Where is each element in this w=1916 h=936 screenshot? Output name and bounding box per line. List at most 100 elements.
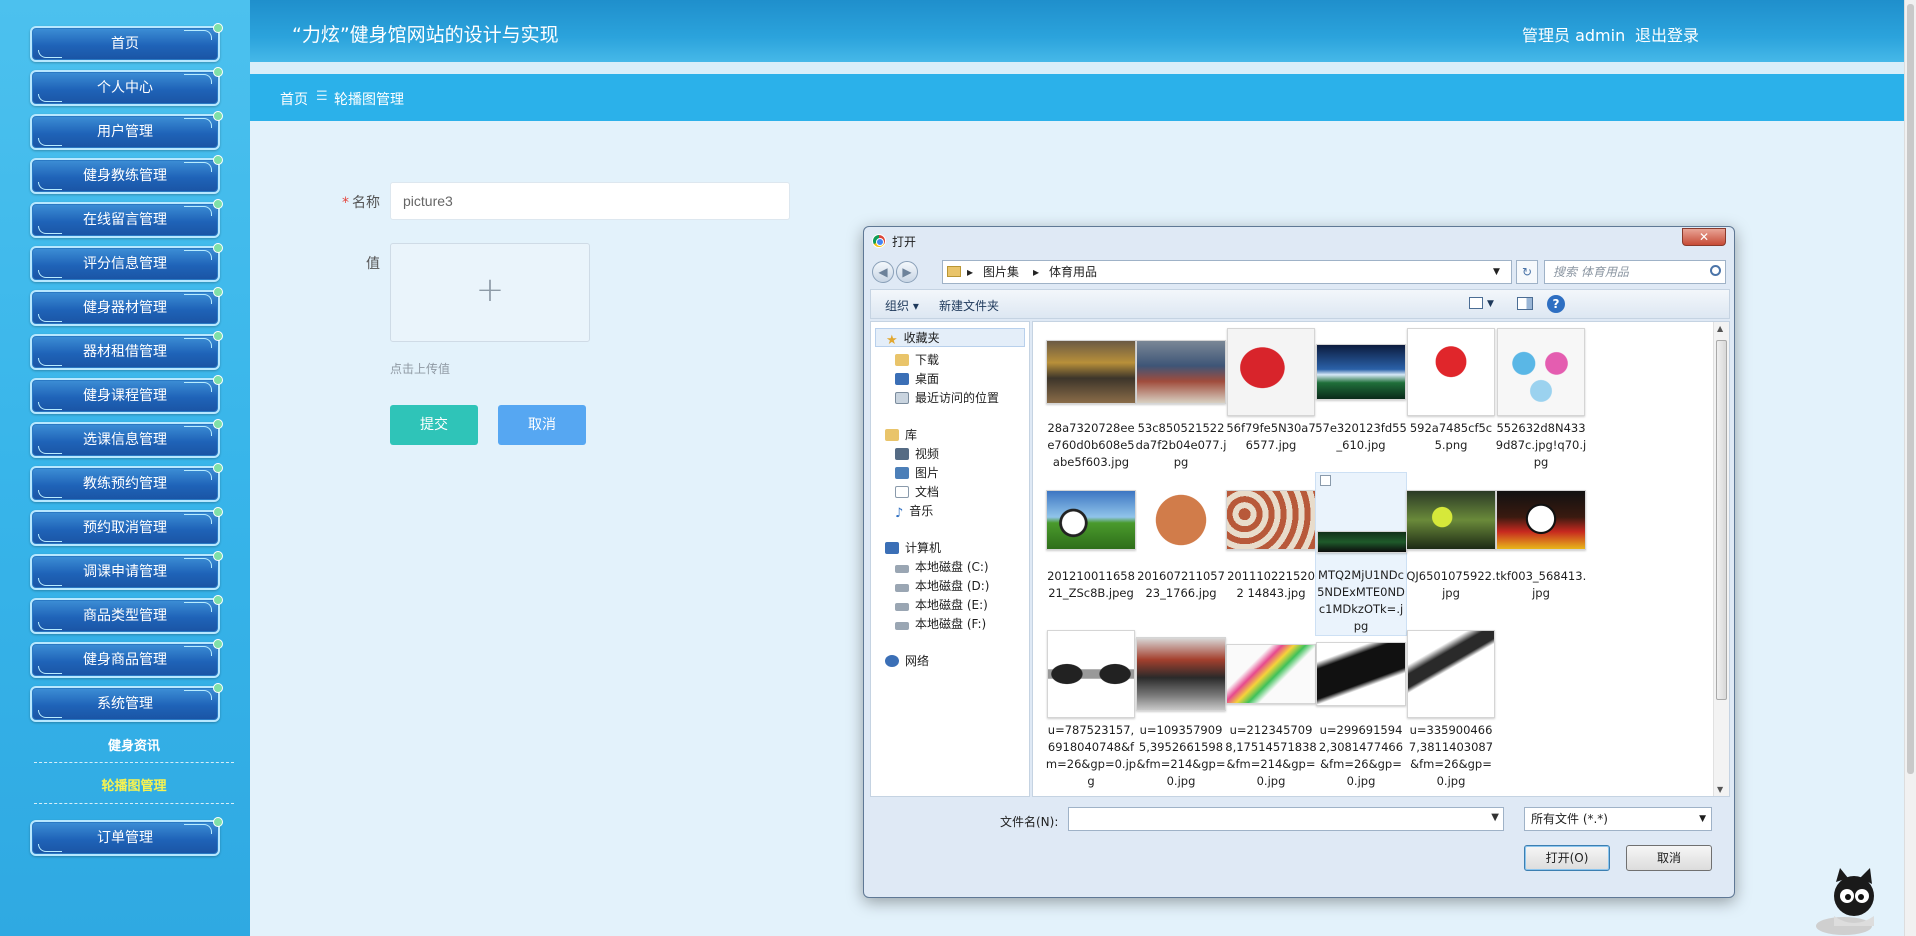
- new-folder-button[interactable]: 新建文件夹: [939, 297, 999, 314]
- tree-music[interactable]: ♪ 音乐: [895, 502, 933, 521]
- file-name: 56f79fe5N30a76577.jpg: [1226, 421, 1316, 452]
- scroll-up-icon[interactable]: ▲: [1717, 324, 1723, 333]
- sidebar-item-equipment[interactable]: 健身器材管理: [30, 287, 223, 326]
- file-item[interactable]: 57e320123fd55_610.jpg: [1315, 326, 1407, 454]
- sidebar-item-messages[interactable]: 在线留言管理: [30, 199, 223, 238]
- sidebar-item-ratings[interactable]: 评分信息管理: [30, 243, 223, 282]
- sidebar-item-coach-booking[interactable]: 教练预约管理: [30, 463, 223, 502]
- file-item[interactable]: 20121001165821_ZSc8B.jpeg: [1045, 474, 1137, 602]
- file-item[interactable]: 20160721105723_1766.jpg: [1135, 474, 1227, 602]
- tree-documents[interactable]: 文档: [895, 483, 939, 500]
- tree-drive-c[interactable]: 本地磁盘 (C:): [895, 558, 989, 575]
- scroll-down-icon[interactable]: ▼: [1717, 785, 1723, 794]
- sidebar-item-personal-center[interactable]: 个人中心: [30, 67, 223, 106]
- checkbox[interactable]: [1320, 475, 1331, 486]
- path-segment[interactable]: 体育用品: [1049, 261, 1097, 283]
- tree-label: 本地磁盘 (D:): [915, 579, 990, 593]
- file-item[interactable]: tkf003_568413.jpg: [1495, 474, 1587, 602]
- organize-menu[interactable]: 组织 ▾: [885, 297, 919, 314]
- file-item[interactable]: u=787523157,6918040748&fm=26&gp=0.jpg: [1045, 628, 1137, 790]
- sidebar-subitem-fitness-news[interactable]: 健身资讯: [34, 735, 234, 754]
- file-item[interactable]: 2011102215202 14843.jpg: [1225, 474, 1317, 602]
- sidebar-subitem-carousel[interactable]: 轮播图管理: [34, 775, 234, 794]
- open-button[interactable]: 打开(O): [1524, 845, 1610, 871]
- scrollbar-thumb[interactable]: [1716, 340, 1727, 700]
- file-item-selected[interactable]: MTQ2MjU1NDc5NDExMTE0NDc1MDkzOTk=.jpg: [1315, 472, 1407, 636]
- file-item[interactable]: 552632d8N4339d87c.jpg!q70.jpg: [1495, 326, 1587, 471]
- tree-library[interactable]: 库: [885, 426, 917, 443]
- back-icon[interactable]: ◀: [872, 261, 894, 283]
- file-item[interactable]: u=1093579095,3952661598&fm=214&gp=0.jpg: [1135, 628, 1227, 790]
- view-mode-icon[interactable]: [1469, 297, 1483, 309]
- sidebar-item-label: 健身商品管理: [83, 652, 167, 668]
- name-input[interactable]: [390, 182, 790, 220]
- file-item[interactable]: 592a7485cf5c5.png: [1405, 326, 1497, 454]
- chevron-down-icon[interactable]: ▼: [1491, 812, 1499, 823]
- filetype-select[interactable]: 所有文件 (*.*) ▼: [1524, 807, 1712, 831]
- sidebar-item-label: 系统管理: [97, 696, 153, 712]
- sidebar-item-label: 器材租借管理: [83, 344, 167, 360]
- file-item[interactable]: QJ6501075922.jpg: [1405, 474, 1497, 602]
- file-item[interactable]: 53c850521522da7f2b04e077.jpg: [1135, 326, 1227, 471]
- file-name: u=3359004667,3811403087&fm=26&gp=0.jpg: [1408, 723, 1494, 788]
- submit-button[interactable]: 提交: [390, 405, 478, 445]
- required-mark: *: [342, 195, 349, 211]
- refresh-icon[interactable]: ↻: [1516, 260, 1538, 284]
- address-row: ◀ ▶ ▸ 图片集 ▸ 体育用品 ▼ ↻ 搜索 体育用品: [870, 259, 1730, 285]
- sidebar-item-coaches[interactable]: 健身教练管理: [30, 155, 223, 194]
- tree-recent[interactable]: 最近访问的位置: [895, 389, 999, 406]
- sidebar-item-course-selection[interactable]: 选课信息管理: [30, 419, 223, 458]
- header-divider: [250, 62, 1904, 74]
- tree-computer[interactable]: 计算机: [885, 539, 941, 556]
- chevron-down-icon[interactable]: ▼: [1487, 299, 1494, 309]
- filename-input[interactable]: ▼: [1068, 807, 1504, 831]
- page-scrollbar-thumb[interactable]: [1907, 4, 1914, 774]
- tree-favorites[interactable]: ★ 收藏夹: [875, 328, 1025, 348]
- sidebar-item-users[interactable]: 用户管理: [30, 111, 223, 150]
- file-name: u=2123457098,17514571838&fm=214&gp=0.jpg: [1225, 723, 1317, 788]
- tree-pictures[interactable]: 图片: [895, 464, 939, 481]
- page-scrollbar[interactable]: [1904, 0, 1916, 936]
- dialog-toolbar: 组织 ▾ 新建文件夹 ▼ ?: [870, 289, 1730, 319]
- sidebar-item-label: 调课申请管理: [83, 564, 167, 580]
- search-input[interactable]: 搜索 体育用品: [1544, 260, 1726, 284]
- dialog-cancel-button[interactable]: 取消: [1626, 845, 1712, 871]
- chevron-down-icon[interactable]: ▼: [1493, 261, 1500, 283]
- dialog-close-button[interactable]: ✕: [1682, 228, 1726, 246]
- logout-link[interactable]: 退出登录: [1635, 22, 1699, 46]
- file-grid: 28a7320728eee760d0b608e5abe5f603.jpg 53c…: [1032, 321, 1730, 797]
- chevron-down-icon[interactable]: ▼: [1699, 808, 1706, 830]
- address-bar[interactable]: ▸ 图片集 ▸ 体育用品 ▼: [942, 260, 1512, 284]
- forward-icon[interactable]: ▶: [896, 261, 918, 283]
- file-item[interactable]: 28a7320728eee760d0b608e5abe5f603.jpg: [1045, 326, 1137, 471]
- sidebar-item-courses[interactable]: 健身课程管理: [30, 375, 223, 414]
- sidebar-item-equipment-rental[interactable]: 器材租借管理: [30, 331, 223, 370]
- file-item[interactable]: u=3359004667,3811403087&fm=26&gp=0.jpg: [1405, 628, 1497, 790]
- image-upload-box[interactable]: +: [390, 243, 590, 342]
- file-item[interactable]: 56f79fe5N30a76577.jpg: [1225, 326, 1317, 454]
- tree-videos[interactable]: 视频: [895, 445, 939, 462]
- sidebar-item-course-change[interactable]: 调课申请管理: [30, 551, 223, 590]
- file-item[interactable]: u=2123457098,17514571838&fm=214&gp=0.jpg: [1225, 628, 1317, 790]
- breadcrumb-home[interactable]: 首页: [280, 89, 308, 109]
- tree-drive-d[interactable]: 本地磁盘 (D:): [895, 577, 989, 594]
- tree-drive-f[interactable]: 本地磁盘 (F:): [895, 615, 986, 632]
- tree-desktop[interactable]: 桌面: [895, 370, 939, 387]
- sidebar-item-home[interactable]: 首页: [30, 23, 223, 62]
- path-segment[interactable]: 图片集: [983, 261, 1019, 283]
- cancel-button[interactable]: 取消: [498, 405, 586, 445]
- tree-network[interactable]: 网络: [885, 652, 929, 669]
- drive-icon: [895, 622, 909, 630]
- sidebar-item-product-types[interactable]: 商品类型管理: [30, 595, 223, 634]
- sidebar-item-orders[interactable]: 订单管理: [30, 817, 223, 856]
- name-label-text: 名称: [352, 195, 380, 211]
- help-icon[interactable]: ?: [1547, 295, 1565, 313]
- tree-drive-e[interactable]: 本地磁盘 (E:): [895, 596, 988, 613]
- file-item[interactable]: u=2996915942,3081477466&fm=26&gp=0.jpg: [1315, 628, 1407, 790]
- preview-pane-icon[interactable]: [1517, 297, 1533, 310]
- tree-downloads[interactable]: 下载: [895, 351, 939, 368]
- sidebar-item-system[interactable]: 系统管理: [30, 683, 223, 722]
- sidebar-item-products[interactable]: 健身商品管理: [30, 639, 223, 678]
- file-grid-scrollbar[interactable]: ▲ ▼: [1713, 322, 1729, 796]
- sidebar-item-booking-cancel[interactable]: 预约取消管理: [30, 507, 223, 546]
